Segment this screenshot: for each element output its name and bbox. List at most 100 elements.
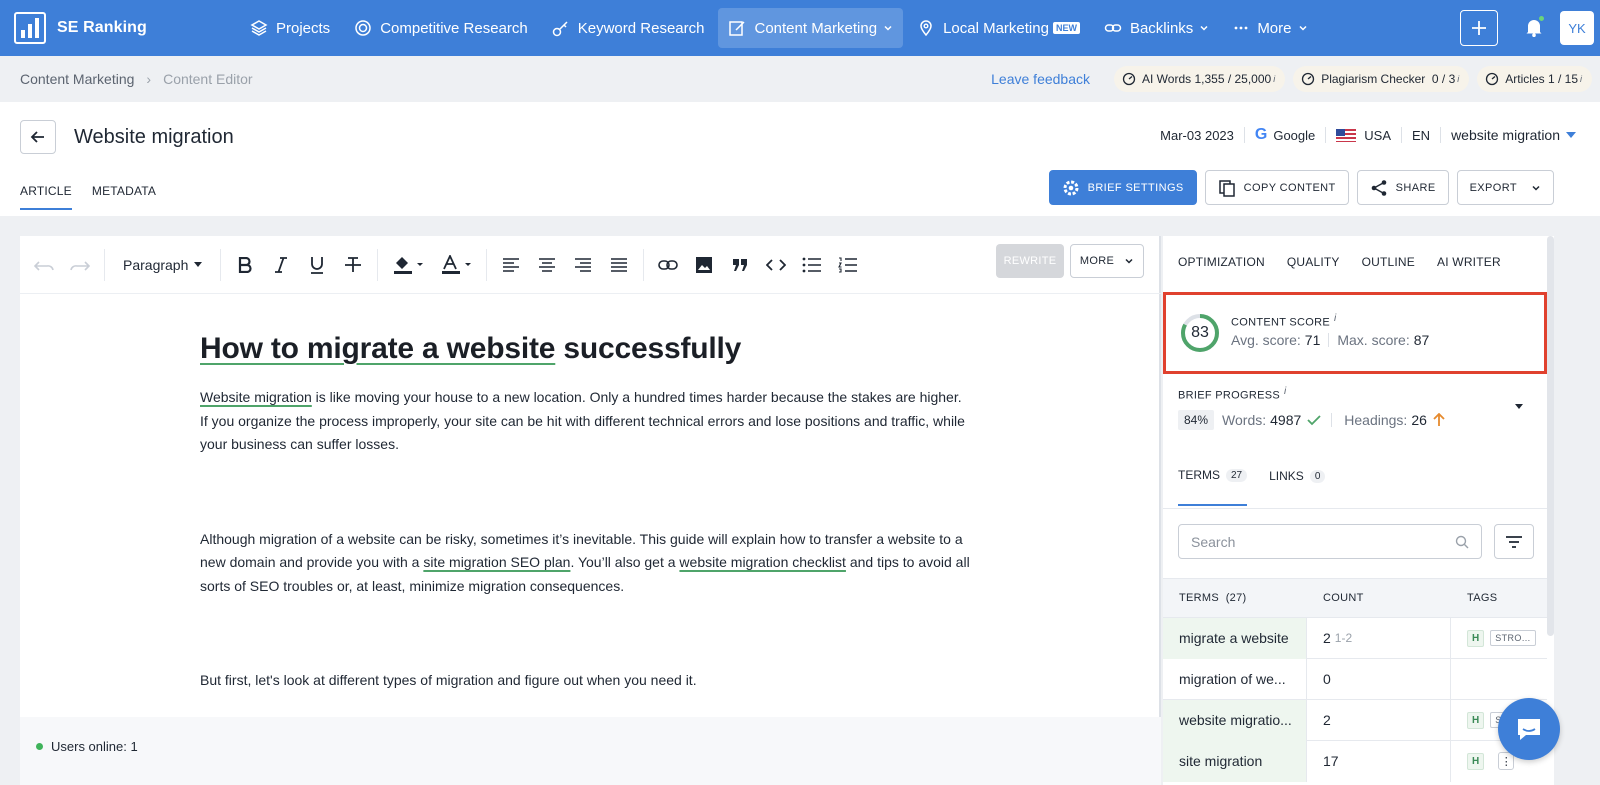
plagiarism-label: Plagiarism Checker xyxy=(1321,72,1426,86)
table-row[interactable]: migrate a website 2 1-2 H STRO... xyxy=(1163,617,1547,659)
tab-quality[interactable]: QUALITY xyxy=(1287,255,1340,269)
content-score-value: 83 xyxy=(1191,324,1209,341)
brief-progress[interactable]: BRIEF PROGRESS i 84% Words: 4987 Headings:… xyxy=(1178,386,1538,430)
table-row[interactable]: migration of we... 0 xyxy=(1163,658,1547,700)
share-label: SHARE xyxy=(1395,181,1436,194)
keyword-dropdown[interactable]: website migration xyxy=(1451,127,1576,143)
terms-search-input[interactable]: Search xyxy=(1178,524,1482,559)
filter-icon xyxy=(1506,535,1522,548)
blockquote-button[interactable] xyxy=(722,249,758,281)
back-button[interactable] xyxy=(20,120,56,154)
nav-competitive-research[interactable]: Competitive Research xyxy=(344,8,538,48)
copy-content-label: COPY CONTENT xyxy=(1243,181,1336,194)
tags-cell xyxy=(1451,659,1547,700)
highlight-color-button[interactable] xyxy=(384,249,432,281)
chevron-down-icon xyxy=(1125,258,1133,264)
target-icon xyxy=(355,20,371,36)
us-flag-icon xyxy=(1336,128,1357,142)
bold-icon xyxy=(239,256,252,273)
articles-limit[interactable]: Articles 1 / 15 i xyxy=(1477,66,1592,92)
nav-local-marketing[interactable]: Local Marketing NEW xyxy=(907,8,1090,48)
count-cell: 2 xyxy=(1307,699,1451,741)
insert-group xyxy=(644,249,872,281)
highlighted-term: Website migration xyxy=(200,389,312,405)
underline-button[interactable] xyxy=(299,249,335,281)
add-button[interactable] xyxy=(1460,10,1498,46)
toolbar-more-button[interactable]: MORE xyxy=(1070,244,1144,278)
breadcrumb-bar: Content Marketing › Content Editor Leave… xyxy=(0,56,1600,102)
ai-words-limit[interactable]: AI Words 1,355 / 25,000 i xyxy=(1114,66,1286,92)
arrow-left-icon xyxy=(30,131,44,143)
align-left-button[interactable] xyxy=(493,249,529,281)
redo-button[interactable] xyxy=(62,249,98,281)
info-icon[interactable]: i xyxy=(1334,313,1337,324)
nav-backlinks[interactable]: Backlinks xyxy=(1094,8,1219,48)
paragraph-format-select[interactable]: Paragraph xyxy=(111,257,214,273)
chevron-down-icon xyxy=(1532,185,1540,191)
tab-links[interactable]: LINKS 0 xyxy=(1269,468,1326,506)
tab-optimization[interactable]: OPTIMIZATION xyxy=(1178,255,1265,269)
nav-more[interactable]: More xyxy=(1223,8,1317,48)
insert-image-button[interactable] xyxy=(686,249,722,281)
share-button[interactable]: SHARE xyxy=(1356,170,1449,205)
strikethrough-button[interactable] xyxy=(335,249,371,281)
heading-tag: H xyxy=(1467,752,1485,770)
logo-icon xyxy=(14,12,46,44)
tab-metadata[interactable]: METADATA xyxy=(92,184,156,210)
info-icon[interactable]: i xyxy=(1284,386,1287,397)
filter-button[interactable] xyxy=(1494,524,1534,559)
history-group xyxy=(20,248,105,281)
top-navigation: SE Ranking Projects Competitive Research… xyxy=(0,0,1600,56)
table-row[interactable]: website migratio... 2 HST xyxy=(1163,699,1547,741)
leave-feedback-link[interactable]: Leave feedback xyxy=(991,71,1090,87)
export-button[interactable]: EXPORT xyxy=(1456,170,1554,205)
breadcrumb-parent[interactable]: Content Marketing xyxy=(20,71,134,87)
language: EN xyxy=(1412,127,1431,143)
paint-bucket-icon xyxy=(394,256,424,274)
nav-keyword-research[interactable]: Keyword Research xyxy=(542,8,715,48)
terms-links-tabs: TERMS 27 LINKS 0 xyxy=(1178,468,1347,506)
copy-content-button[interactable]: COPY CONTENT xyxy=(1204,170,1349,205)
brief-settings-button[interactable]: BRIEF SETTINGS xyxy=(1048,170,1197,205)
tab-ai-writer[interactable]: AI WRITER xyxy=(1437,255,1501,269)
nav-projects[interactable]: Projects xyxy=(240,8,340,48)
bullet-list-button[interactable] xyxy=(794,249,830,281)
heading-tag: H xyxy=(1467,629,1485,647)
bold-button[interactable] xyxy=(227,249,263,281)
align-center-button[interactable] xyxy=(529,249,565,281)
numbered-list-button[interactable] xyxy=(830,249,866,281)
notification-dot xyxy=(1538,14,1545,22)
gauge-icon xyxy=(1486,72,1499,86)
italic-button[interactable] xyxy=(263,249,299,281)
plagiarism-limit[interactable]: Plagiarism Checker 0 / 3i xyxy=(1293,66,1470,92)
chat-support-button[interactable] xyxy=(1498,698,1560,760)
align-justify-button[interactable] xyxy=(601,249,637,281)
avatar[interactable]: YK xyxy=(1560,11,1594,45)
notifications-button[interactable] xyxy=(1525,14,1545,40)
align-right-button[interactable] xyxy=(565,249,601,281)
table-row[interactable]: site migration 17 H ⋮ xyxy=(1163,740,1547,782)
brief-expand-icon[interactable] xyxy=(1515,404,1523,409)
sidebar-scrollbar[interactable] xyxy=(1547,236,1554,636)
page-title: Website migration xyxy=(74,126,234,148)
logo[interactable]: SE Ranking xyxy=(14,12,214,44)
column-terms[interactable]: TERMS (27) xyxy=(1163,592,1307,604)
divider xyxy=(1163,508,1547,509)
column-count[interactable]: COUNT xyxy=(1307,592,1451,604)
nav-content-marketing[interactable]: Content Marketing xyxy=(718,8,904,48)
text-color-button[interactable] xyxy=(432,249,480,281)
article-heading: How to migrate a website successfully xyxy=(200,332,970,366)
document-header: Website migration Mar-03 2023 G Google U… xyxy=(0,102,1600,216)
brief-progress-label: BRIEF PROGRESS i xyxy=(1178,386,1287,402)
code-button[interactable] xyxy=(758,249,794,281)
avg-score-value: 71 xyxy=(1304,332,1321,348)
tab-article[interactable]: ARTICLE xyxy=(20,184,72,210)
tab-terms[interactable]: TERMS 27 xyxy=(1178,468,1248,506)
paragraph: Website migration is like moving your ho… xyxy=(200,386,970,457)
article-body[interactable]: How to migrate a website successfully We… xyxy=(200,332,970,693)
undo-button[interactable] xyxy=(26,249,62,281)
insert-link-button[interactable] xyxy=(650,249,686,281)
count-cell: 0 xyxy=(1307,658,1451,700)
rewrite-button[interactable]: REWRITE xyxy=(996,244,1064,278)
tab-outline[interactable]: OUTLINE xyxy=(1362,255,1415,269)
